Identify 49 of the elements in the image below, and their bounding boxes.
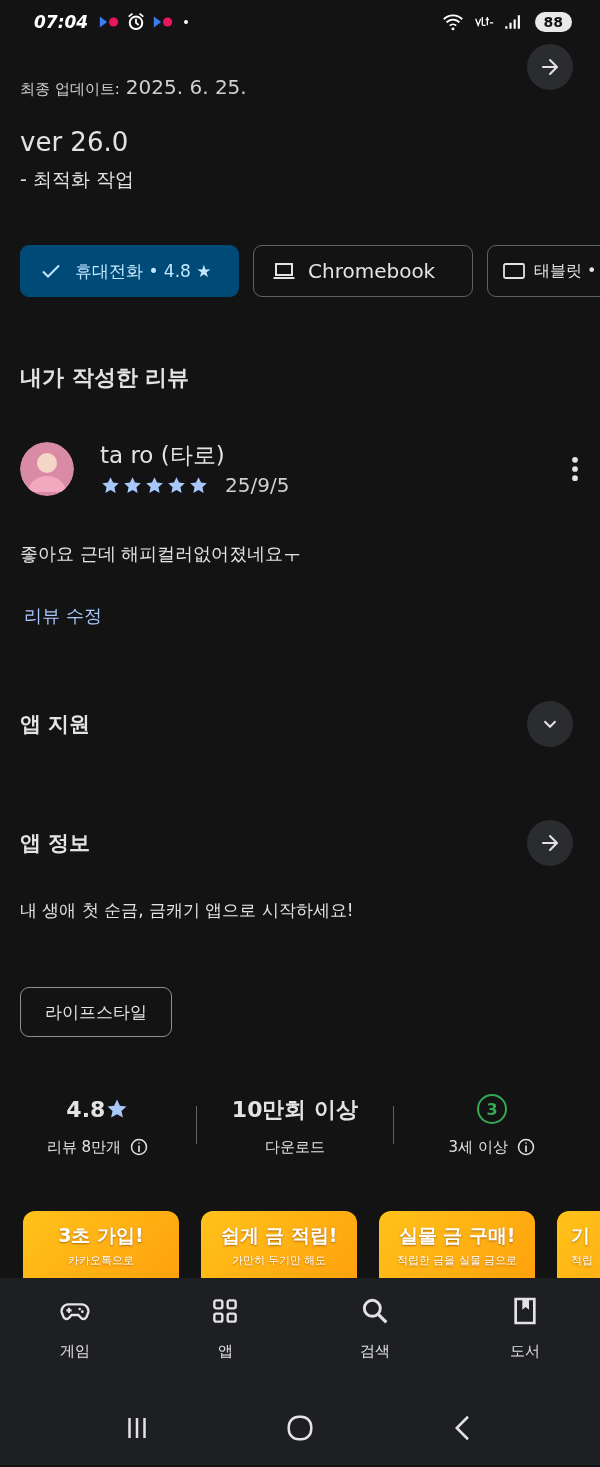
screenshot-caption: 적립한 금을 실물 금으로: [396, 1253, 518, 1268]
signal-icon: [502, 12, 523, 32]
app-description: 내 생애 첫 순금, 금캐기 앱으로 시작하세요!: [20, 899, 355, 922]
clock-time: 07:04: [34, 12, 89, 32]
review-date: 25/9/5: [225, 473, 290, 497]
nav-tab[interactable]: 앱: [150, 1278, 300, 1391]
star-icon: [188, 474, 209, 496]
screenshot-title: 실물 금 구매!: [398, 1223, 516, 1248]
nav-tab[interactable]: 검색: [300, 1278, 450, 1391]
age-rating-badge: 3: [477, 1094, 508, 1124]
stat-value: 10만회 이상: [231, 1095, 359, 1124]
screenshot-caption: 적립: [571, 1253, 593, 1268]
star-icon: [122, 474, 143, 496]
category-chip[interactable]: 라이프스타일: [20, 987, 172, 1037]
star-icon: [144, 474, 165, 496]
stat-label: 3세 이상: [448, 1137, 508, 1157]
version-text: ver 26.0: [20, 127, 130, 157]
section-title: 앱 정보: [20, 830, 91, 857]
screenshot-caption: 가만히 두기만 해도: [231, 1253, 327, 1268]
device-chip[interactable]: 휴대전화 • 4.8 ★: [20, 245, 239, 297]
stat-value: 4.8: [66, 1096, 106, 1122]
stat-label: 다운로드: [265, 1137, 325, 1157]
release-notes: - 최적화 작업: [20, 167, 135, 192]
nav-tab[interactable]: 게임: [0, 1278, 150, 1391]
more-icon: [572, 456, 578, 481]
info-icon[interactable]: [515, 1137, 536, 1157]
review-text: 좋아요 근데 해피컬러없어졌네요ㅜ: [20, 542, 303, 566]
star-icon: [100, 474, 121, 496]
screenshot-title: 3초 가입!: [58, 1223, 144, 1248]
battery-level: 88: [534, 12, 572, 32]
device-chip[interactable]: Chromebook: [253, 245, 473, 297]
screenshot-title: 기: [571, 1223, 590, 1248]
info-icon[interactable]: [129, 1137, 149, 1157]
reviewer-name: ta ro (타로): [100, 441, 226, 470]
star-icon: [166, 474, 187, 496]
edit-review-link[interactable]: 리뷰 수정: [24, 604, 102, 628]
section-heading: 내가 작성한 리뷰: [20, 364, 191, 392]
device-chip[interactable]: 태블릿 •: [487, 245, 600, 297]
arrow-button[interactable]: [527, 44, 573, 90]
screenshot-caption: 카카오톡으로: [68, 1253, 134, 1268]
last-updated-text: 최종 업데이트: 2025. 6. 25.: [20, 74, 247, 99]
arrow-button[interactable]: [527, 820, 573, 866]
avatar: [20, 441, 74, 496]
section-title: 앱 지원: [20, 711, 91, 738]
nav-tab[interactable]: 도서: [450, 1278, 600, 1391]
expand-button[interactable]: [527, 701, 573, 747]
home-icon: [285, 1413, 315, 1443]
stat-label: 리뷰 8만개: [46, 1137, 121, 1157]
screenshot-title: 쉽게 금 적립!: [220, 1223, 338, 1248]
